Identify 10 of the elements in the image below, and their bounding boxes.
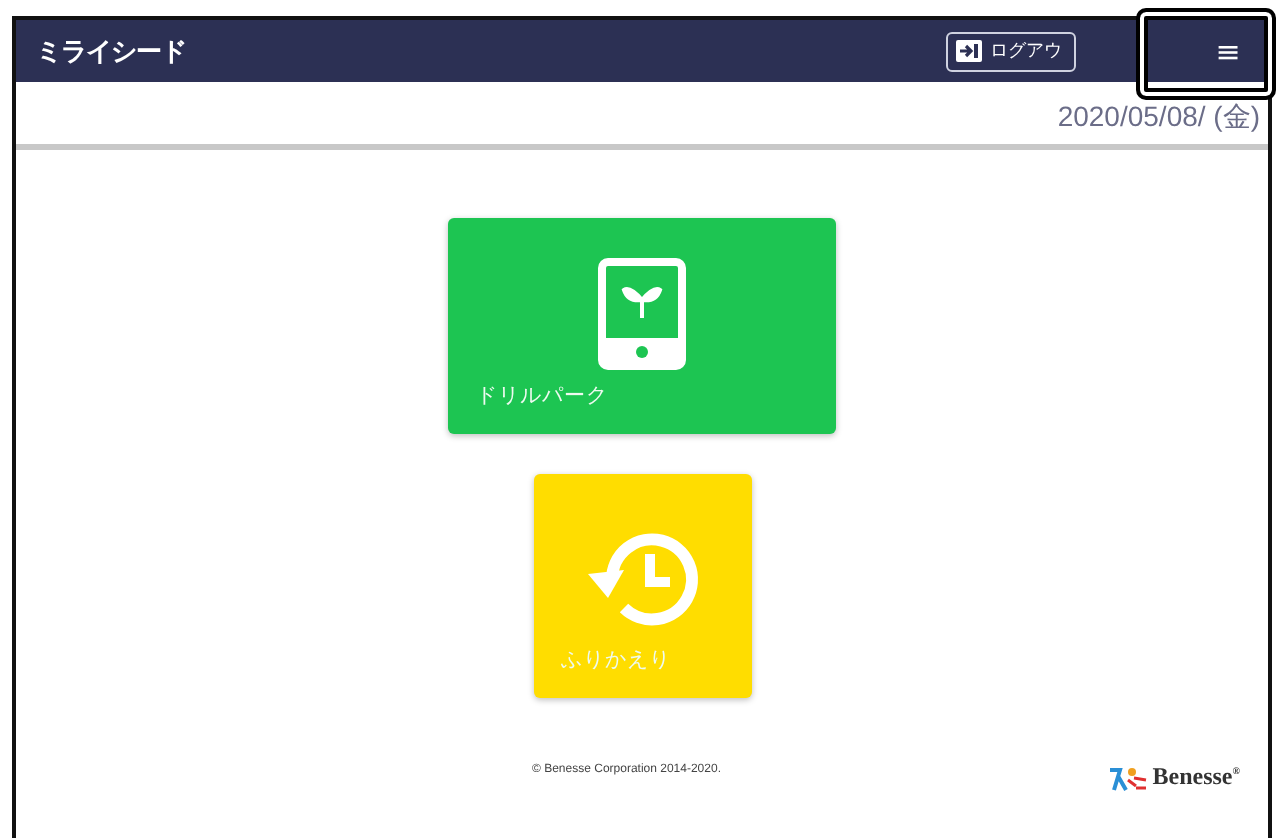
- logout-icon: [956, 40, 982, 62]
- logout-button[interactable]: ログアウ: [946, 31, 1076, 71]
- date-text: 2020/05/08/ (金): [1057, 100, 1260, 136]
- app-logo: ミライシード: [36, 35, 186, 69]
- tablet-icon: [598, 258, 686, 370]
- tile-label: ふりかえり: [561, 646, 671, 674]
- figure-icon: [1108, 763, 1149, 791]
- highlight-frame: [1136, 8, 1276, 100]
- tile-label: ドリルパーク: [476, 382, 608, 410]
- brand-logo: Benesse$^{®}$: [1152, 762, 1240, 792]
